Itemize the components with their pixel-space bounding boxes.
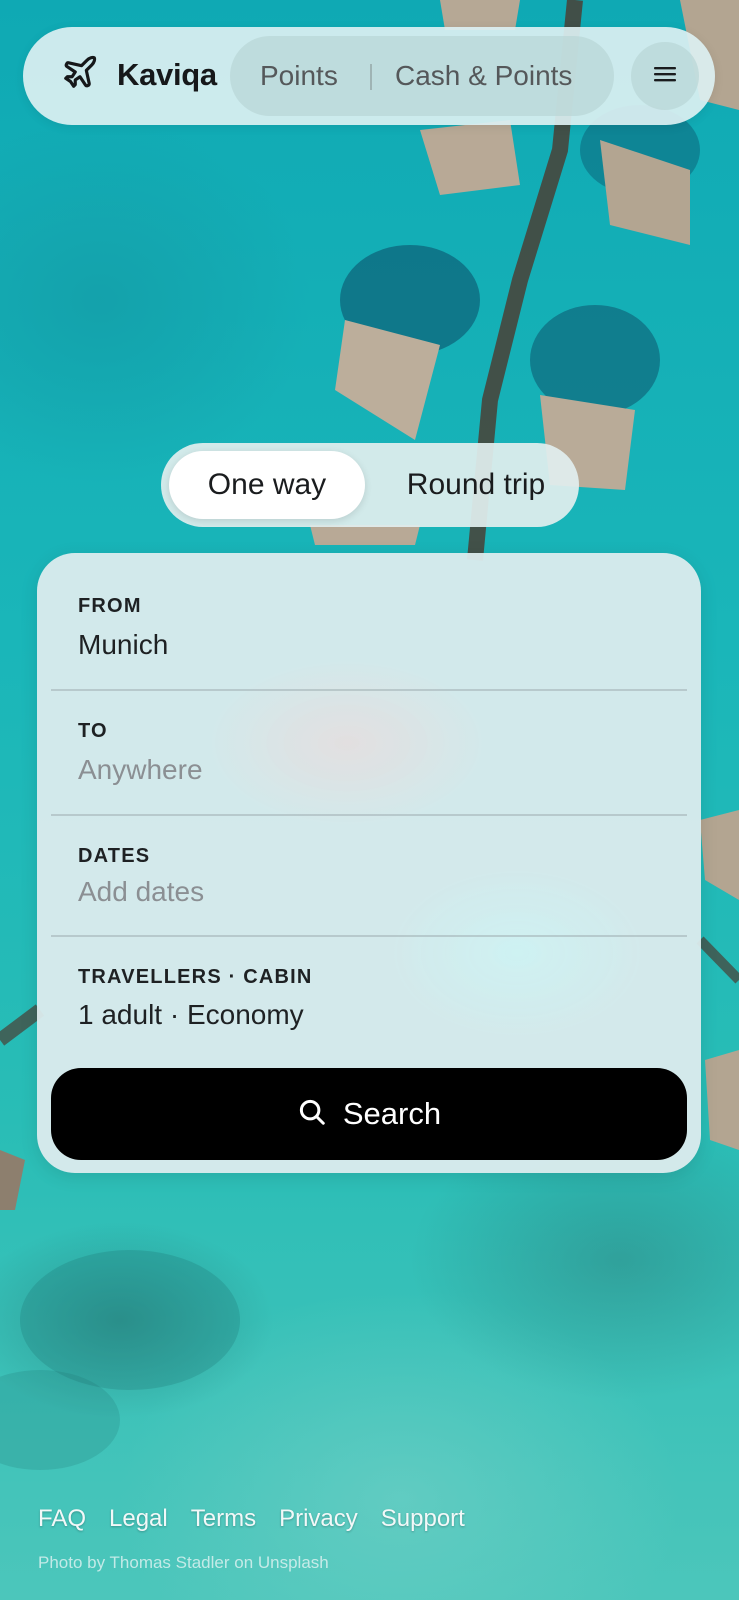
flight-search-card: FROM Munich TO Anywhere DATES Add dates … <box>37 553 701 1173</box>
trip-type-toggle: One way Round trip <box>161 443 579 527</box>
footer-link-faq[interactable]: FAQ <box>38 1505 86 1533</box>
dates-field[interactable]: DATES Add dates <box>37 816 701 934</box>
footer-link-terms[interactable]: Terms <box>191 1505 256 1533</box>
mode-points[interactable]: Points <box>260 60 338 92</box>
from-field[interactable]: FROM Munich <box>37 553 701 690</box>
photo-credit[interactable]: Photo by Thomas Stadler on Unsplash <box>38 1553 329 1573</box>
brand[interactable]: Kaviqa <box>61 53 217 96</box>
from-label: FROM <box>78 595 142 617</box>
to-field[interactable]: TO Anywhere <box>37 691 701 814</box>
to-placeholder: Anywhere <box>78 754 203 785</box>
travellers-cabin-label: TRAVELLERS · CABIN <box>78 966 313 988</box>
dates-placeholder: Add dates <box>78 876 205 907</box>
round-trip-option[interactable]: Round trip <box>381 451 571 519</box>
footer-link-support[interactable]: Support <box>381 1505 465 1533</box>
travellers-cabin-value: 1 adult · Economy <box>78 999 304 1030</box>
footer-link-privacy[interactable]: Privacy <box>279 1505 358 1533</box>
mode-cash-and-points[interactable]: Cash & Points <box>395 60 572 92</box>
from-value: Munich <box>78 629 169 660</box>
travellers-cabin-field[interactable]: TRAVELLERS · CABIN 1 adult · Economy <box>37 937 701 1057</box>
pricing-mode-switch: Points Cash & Points <box>230 36 614 116</box>
menu-icon <box>653 64 677 89</box>
to-label: TO <box>78 720 108 742</box>
footer-link-legal[interactable]: Legal <box>109 1505 168 1533</box>
search-icon <box>297 1097 327 1132</box>
dates-label: DATES <box>78 845 151 867</box>
footer: FAQ Legal Terms Privacy Support Photo by… <box>38 1505 465 1572</box>
footer-links: FAQ Legal Terms Privacy Support <box>38 1505 465 1533</box>
one-way-option[interactable]: One way <box>169 451 365 519</box>
top-navigation-bar: Kaviqa Points Cash & Points <box>23 27 715 125</box>
menu-button[interactable] <box>631 42 699 110</box>
search-button-label: Search <box>342 1096 442 1131</box>
brand-name: Kaviqa <box>117 56 217 92</box>
airplane-icon <box>61 53 99 96</box>
search-button[interactable]: Search <box>51 1068 687 1160</box>
mode-divider <box>370 64 372 90</box>
